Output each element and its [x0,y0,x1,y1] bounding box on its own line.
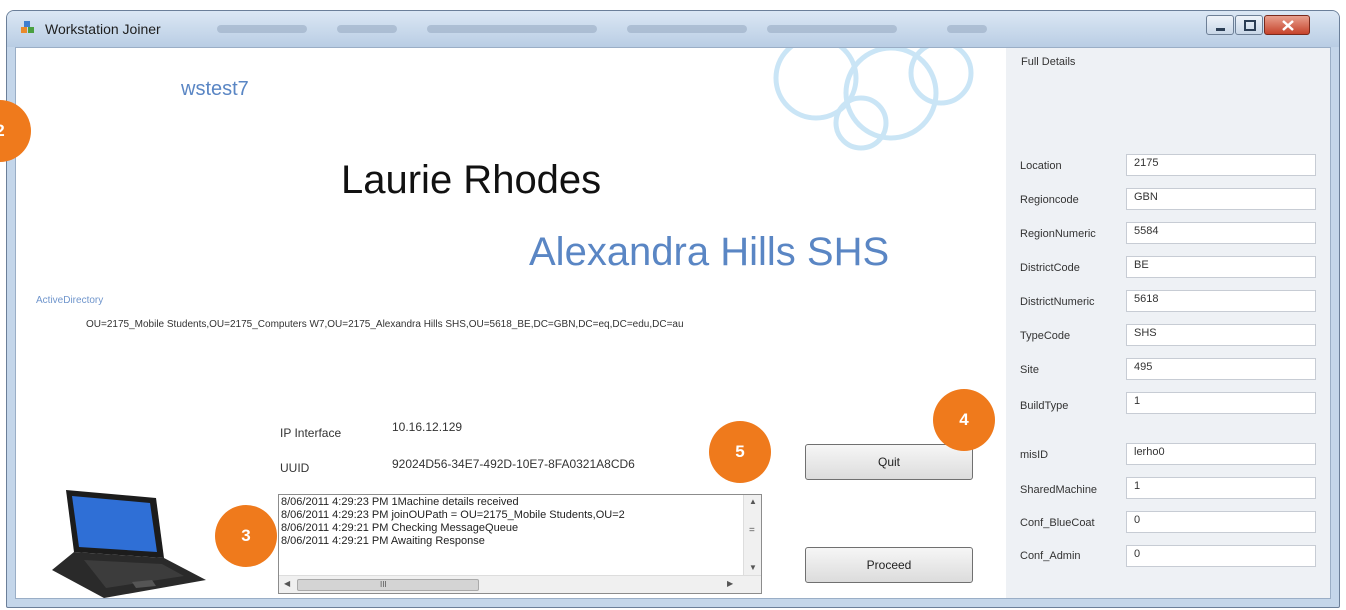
uuid-value: 92024D56-34E7-492D-10E7-8FA0321A8CD6 [392,457,635,471]
step-badge-5: 5 [709,421,771,483]
horizontal-scroll-thumb[interactable]: III [297,579,479,591]
detail-label-districtnumeric: DistrictNumeric [1020,296,1095,308]
detail-label-location: Location [1020,160,1062,172]
detail-label-conf-admin: Conf_Admin [1020,550,1081,562]
title-bar[interactable]: Workstation Joiner [7,11,1339,47]
close-button[interactable] [1264,15,1310,35]
detail-field-districtcode[interactable]: BE [1126,256,1316,278]
minimize-button[interactable] [1206,15,1234,35]
detail-label-regioncode: Regioncode [1020,194,1079,206]
detail-label-buildtype: BuildType [1020,400,1069,412]
blurred-toolbar [217,25,307,33]
proceed-button[interactable]: Proceed [805,547,973,583]
horizontal-scrollbar[interactable]: ◀ III ▶ [279,575,761,593]
close-icon [1282,20,1294,31]
maximize-icon [1244,20,1256,31]
blurred-toolbar [947,25,987,33]
vertical-scrollbar[interactable]: ▲ = ▼ [743,495,761,576]
ip-interface-value: 10.16.12.129 [392,420,463,434]
blurred-toolbar [427,25,597,33]
user-name: Laurie Rhodes [341,158,602,202]
app-window: Workstation Joiner wstest7 Laurie Rhodes… [6,10,1340,608]
scroll-up-icon[interactable]: ▲ [749,497,757,506]
blurred-toolbar [337,25,397,33]
ip-interface-label: IP Interface [280,426,342,440]
log-listbox[interactable]: 8/06/2011 4:29:23 PM 1Machine details re… [278,494,762,594]
step-badge-4: 4 [933,389,995,451]
detail-field-location[interactable]: 2175 [1126,154,1316,176]
scroll-grip-icon[interactable]: = [749,525,755,536]
school-name: Alexandra Hills SHS [529,230,890,274]
detail-label-conf-bluecoat: Conf_BlueCoat [1020,517,1095,529]
detail-field-districtnumeric[interactable]: 5618 [1126,290,1316,312]
ad-label: ActiveDirectory [36,295,104,306]
detail-label-regionnumeric: RegionNumeric [1020,228,1096,240]
log-line: 8/06/2011 4:29:23 PM 1Machine details re… [281,496,519,508]
uuid-label: UUID [280,461,310,475]
scroll-left-icon[interactable]: ◀ [284,579,290,588]
minimize-icon [1216,28,1225,31]
blurred-toolbar [767,25,897,33]
detail-field-typecode[interactable]: SHS [1126,324,1316,346]
log-line: 8/06/2011 4:29:21 PM Awaiting Response [281,535,485,547]
detail-field-site[interactable]: 495 [1126,358,1316,380]
detail-field-buildtype[interactable]: 1 [1126,392,1316,414]
decorative-circles [773,48,974,151]
detail-field-conf-admin[interactable]: 0 [1126,545,1316,567]
detail-field-regioncode[interactable]: GBN [1126,188,1316,210]
detail-label-typecode: TypeCode [1020,330,1071,342]
laptop-icon [52,490,206,598]
detail-label-misid: misID [1020,449,1049,461]
quit-button[interactable]: Quit [805,444,973,480]
log-line: 8/06/2011 4:29:21 PM Checking MessageQue… [281,522,519,534]
scroll-grip-label: III [380,580,387,589]
app-icon [21,21,34,33]
window-title: Workstation Joiner [45,21,161,37]
scroll-right-icon[interactable]: ▶ [727,579,733,588]
detail-field-regionnumeric[interactable]: 5584 [1126,222,1316,244]
detail-label-site: Site [1020,364,1039,376]
detail-label-sharedmachine: SharedMachine [1020,484,1098,496]
client-area: wstest7 Laurie Rhodes Alexandra Hills SH… [15,47,1331,599]
hostname-label: wstest7 [181,78,249,100]
detail-label-districtcode: DistrictCode [1020,262,1080,274]
detail-field-sharedmachine[interactable]: 1 [1126,477,1316,499]
detail-field-conf-bluecoat[interactable]: 0 [1126,511,1316,533]
ad-path: OU=2175_Mobile Students,OU=2175_Computer… [86,319,684,330]
log-line: 8/06/2011 4:29:23 PM joinOUPath = OU=217… [281,509,625,521]
blurred-toolbar [627,25,747,33]
detail-field-misid[interactable]: lerho0 [1126,443,1316,465]
scroll-down-icon[interactable]: ▼ [749,563,757,572]
maximize-button[interactable] [1235,15,1263,35]
full-details-heading: Full Details [1021,56,1076,68]
step-badge-3: 3 [215,505,277,567]
